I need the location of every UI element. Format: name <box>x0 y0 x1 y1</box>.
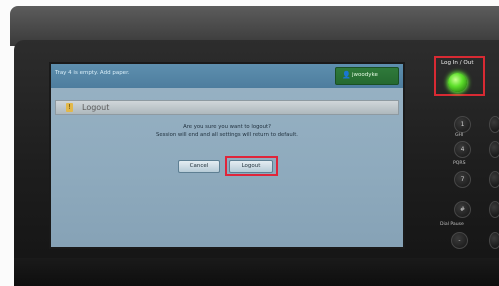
user-icon: 👤 <box>342 71 351 79</box>
keypad-label-dial-pause: Dial Pause <box>440 222 464 227</box>
keypad-key-1[interactable]: 1 <box>454 116 471 133</box>
keypad-key-minus[interactable]: - <box>451 232 468 249</box>
login-logout-label: Log In / Out <box>441 60 474 66</box>
keypad-label-ghi: GHI <box>455 133 464 138</box>
keypad-key-0-partial[interactable] <box>489 201 499 218</box>
keypad-label-pqrs: PQRS <box>453 161 466 166</box>
dialog-title: Logout <box>82 103 110 112</box>
keypad-key-5-partial[interactable] <box>489 141 499 158</box>
cancel-button[interactable]: Cancel <box>178 160 220 173</box>
logout-detail: Session will end and all settings will r… <box>156 132 298 138</box>
login-logout-button[interactable] <box>448 73 467 92</box>
printer-bottom-strip <box>14 258 499 286</box>
keypad-key-hash[interactable]: # <box>454 201 471 218</box>
keypad-key-8-partial[interactable] <box>489 171 499 188</box>
keypad-key-2-partial[interactable] <box>489 116 499 133</box>
status-message: Tray 4 is empty. Add paper. <box>55 70 130 76</box>
photo-stage: Tray 4 is empty. Add paper. 👤 jwoodyke !… <box>0 0 499 286</box>
logout-question: Are you sure you want to logout? <box>183 124 271 130</box>
status-bar: Tray 4 is empty. Add paper. 👤 jwoodyke <box>51 64 403 88</box>
touchscreen: Tray 4 is empty. Add paper. 👤 jwoodyke !… <box>49 62 405 249</box>
username-label: jwoodyke <box>352 72 378 78</box>
keypad-key-4[interactable]: 4 <box>454 141 471 158</box>
user-account-button[interactable]: 👤 jwoodyke <box>335 67 399 85</box>
keypad-key-c-partial[interactable] <box>489 232 499 249</box>
warning-icon: ! <box>66 103 73 112</box>
keypad-key-7[interactable]: 7 <box>454 171 471 188</box>
logout-dialog-header: ! Logout <box>55 100 399 115</box>
logout-button[interactable]: Logout <box>229 160 273 173</box>
